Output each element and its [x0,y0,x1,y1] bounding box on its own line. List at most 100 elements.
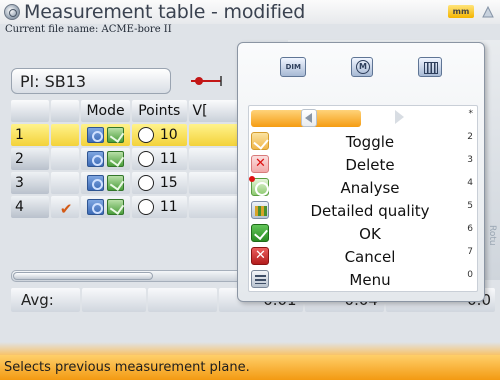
dimension-button[interactable]: DIM [280,57,307,77]
menu-items: Toggle 2 Delete 3 Analyse 4 Detailed quality 5 O… [249,130,477,291]
points-pie-icon [137,151,154,167]
measurement-table: Mode Points V[ 1 10 2 11 3 15 4 ✔ 11 [11,100,266,220]
plane-selector[interactable]: Pl: SB13 [11,68,266,94]
toggle-icon [251,132,269,150]
row-points-value: 11 [159,151,178,167]
menu-item-shortcut: 4 [467,178,473,188]
valid-mode-icon [106,199,124,215]
side-tab-label: Rotu [487,225,497,246]
row-points-value: 10 [159,127,178,143]
valid-mode-icon [106,127,124,143]
menu-item-shortcut: 3 [467,155,473,165]
context-menu: DIM * Toggle 2 Delete 3 Analyse 4 Detailed qua… [237,42,485,302]
menu-item-cancel[interactable]: Cancel 7 [249,245,477,268]
menu-item-label: Toggle [345,132,395,151]
points-pie-icon [137,199,154,215]
header-check [50,100,80,122]
menu-item-shortcut: 0 [467,270,473,280]
delete-icon [251,155,269,173]
table-header-row: Mode Points V[ [11,100,266,122]
row-mode[interactable] [80,148,130,170]
table-row[interactable]: 2 11 [11,148,266,170]
signal-icon [482,5,494,18]
app-logo-icon [4,4,20,20]
avg-empty-cell [82,288,146,312]
sensor-mode-icon [86,151,104,167]
menu-list: * Toggle 2 Delete 3 Analyse 4 Detailed quality… [248,105,478,292]
points-pie-icon [137,127,154,143]
table-body: 1 10 2 11 3 15 4 ✔ 11 [11,124,266,218]
status-bar: Selects previous measurement plane. [0,355,500,380]
menu-item-shortcut: 2 [467,132,473,142]
menu-item-menu[interactable]: Menu 0 [249,268,477,291]
analyse-icon [249,176,269,196]
menu-item-delete[interactable]: Delete 3 [249,153,477,176]
ok-icon [251,224,269,242]
row-index: 2 [11,148,49,170]
menu-item-ok[interactable]: OK 6 [249,222,477,245]
menu-item-label: Delete [345,155,395,174]
row-checkbox[interactable] [50,148,79,170]
next-plane-button[interactable] [395,110,404,124]
row-points: 10 [131,124,187,146]
header-index [11,100,49,122]
window-title: Measurement table - modified [24,1,306,23]
row-checkbox[interactable] [50,172,79,194]
table-row[interactable]: 3 15 [11,172,266,194]
checkmark-icon: ✔ [59,200,73,218]
menu-item-shortcut: 7 [467,247,473,257]
row-points: 11 [131,148,187,170]
menu-item-analyse[interactable]: Analyse 4 [249,176,477,199]
menu-item-label: OK [359,224,381,243]
row-points-value: 15 [159,175,178,191]
menu-icon [251,270,269,288]
previous-plane-button[interactable] [301,109,317,127]
row-index: 3 [11,172,49,194]
cancel-icon [251,247,269,265]
sensor-mode-icon [86,199,104,215]
menu-item-label: Menu [349,270,391,289]
menu-item-shortcut: 5 [467,201,473,211]
row-checkbox[interactable] [50,124,79,146]
row-checkbox[interactable]: ✔ [50,196,79,218]
valid-mode-icon [106,175,124,191]
row-points: 15 [131,172,187,194]
row-mode[interactable] [80,172,130,194]
row-index: 4 [11,196,49,218]
menu-toolbar: DIM [238,43,484,91]
horizontal-scrollbar[interactable] [11,270,266,282]
points-pie-icon [137,175,154,191]
menu-item-label: Detailed quality [310,201,430,220]
sensor-mode-icon [86,175,104,191]
menu-item-toggle[interactable]: Toggle 2 [249,130,477,153]
plane-nav-row: * [249,106,477,130]
unit-badge[interactable]: mm [448,5,474,18]
table-row[interactable]: 4 ✔ 11 [11,196,266,218]
current-file-name: Current file name: ACME-bore II [5,24,172,35]
nav-shortcut-key: * [468,109,474,119]
header-mode[interactable]: Mode [81,100,130,122]
menu-item-detailed-quality[interactable]: Detailed quality 5 [249,199,477,222]
plane-marker-icon [191,76,222,86]
measure-mode-button[interactable] [350,57,373,77]
row-mode[interactable] [80,196,130,218]
row-mode[interactable] [80,124,130,146]
row-index: 1 [11,124,49,146]
plane-label[interactable]: Pl: SB13 [11,68,171,94]
menu-item-label: Analyse [340,178,400,197]
avg-label: Avg: [11,288,81,312]
row-points: 11 [131,196,187,218]
scrollbar-thumb[interactable] [13,272,153,280]
quality-icon [251,201,269,219]
table-row[interactable]: 1 10 [11,124,266,146]
valid-mode-icon [106,151,124,167]
menu-item-shortcut: 6 [467,224,473,234]
menu-item-label: Cancel [344,247,396,266]
row-points-value: 11 [159,199,178,215]
avg-empty-cell [147,288,218,312]
title-bar: Measurement table - modified mm [0,0,500,24]
statusbar-gradient [0,342,500,355]
header-points[interactable]: Points [131,100,187,122]
table-view-button[interactable] [417,57,442,77]
sensor-mode-icon [86,127,104,143]
